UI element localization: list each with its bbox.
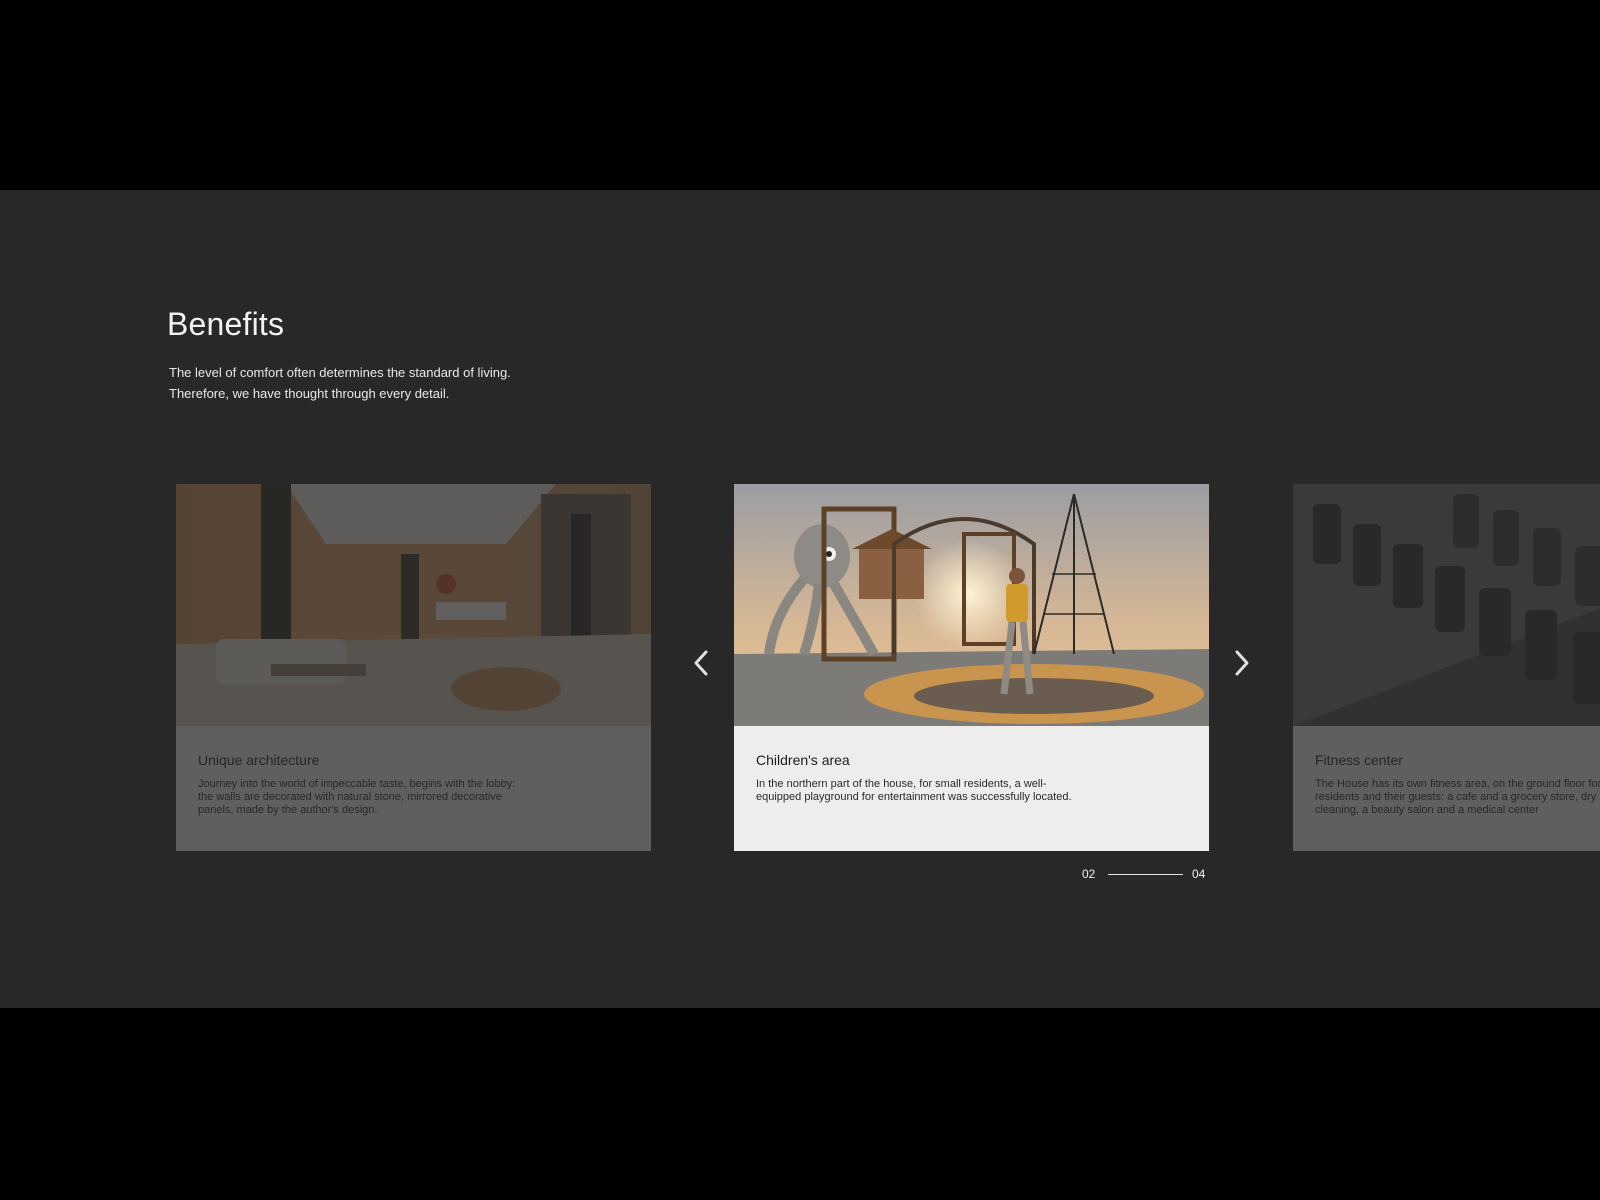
card-description: The House has its own fitness area, on t… [1315,778,1600,816]
pager-progress-line [1108,874,1183,875]
benefit-card-children[interactable]: Children's area In the northern part of … [734,484,1209,851]
card-title: Fitness center [1315,752,1403,768]
subtitle-line: Therefore, we have thought through every… [169,386,450,401]
subtitle-line: The level of comfort often determines th… [169,365,511,380]
card-description: Journey into the world of impeccable tas… [198,778,516,816]
benefits-section: Benefits The level of comfort often dete… [0,190,1600,1008]
card-title: Children's area [756,752,850,768]
card-description: In the northern part of the house, for s… [756,778,1072,803]
prev-slide-button[interactable] [687,648,717,678]
card-title: Unique architecture [198,752,320,768]
lobby-interior-photo [176,484,651,726]
dumbbell-rack-photo [1293,484,1600,726]
pager-total: 04 [1192,867,1206,881]
next-slide-button[interactable] [1226,648,1256,678]
benefit-card-architecture[interactable]: Unique architecture Journey into the wor… [176,484,651,851]
card-body: Fitness center The House has its own fit… [1293,726,1600,851]
chevron-right-icon [1235,650,1249,676]
playground-photo [734,484,1209,726]
section-subtitle: The level of comfort often determines th… [169,362,589,404]
chevron-left-icon [694,650,708,676]
card-body: Children's area In the northern part of … [734,726,1209,851]
benefit-card-fitness[interactable]: Fitness center The House has its own fit… [1293,484,1600,851]
card-body: Unique architecture Journey into the wor… [176,726,651,851]
pager-current: 02 [1082,867,1096,881]
section-title: Benefits [167,306,285,342]
